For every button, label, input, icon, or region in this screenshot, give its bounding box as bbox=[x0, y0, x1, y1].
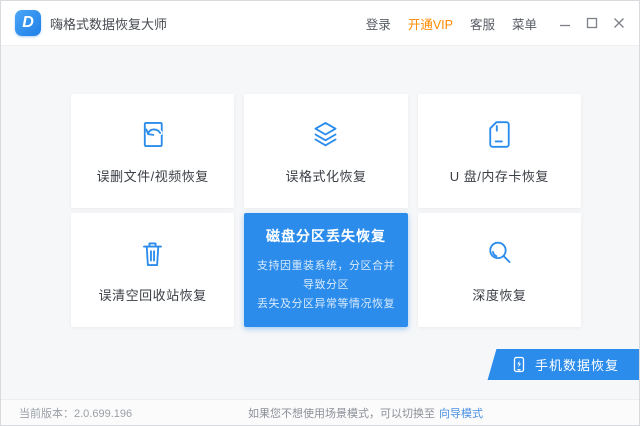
close-button[interactable] bbox=[613, 17, 625, 29]
card-recycle-bin-recovery[interactable]: 误清空回收站恢复 bbox=[71, 213, 234, 327]
sd-card-icon bbox=[481, 117, 518, 153]
search-icon bbox=[481, 236, 518, 272]
card-partition-loss-recovery[interactable]: 磁盘分区丢失恢复 支持因重装系统，分区合并导致分区 丢失及分区异常等情况恢复 bbox=[244, 213, 407, 327]
card-label: 误清空回收站恢复 bbox=[99, 285, 207, 304]
card-usb-sdcard-recovery[interactable]: U 盘/内存卡恢复 bbox=[418, 94, 581, 208]
app-title: 嗨格式数据恢复大师 bbox=[50, 14, 167, 33]
menu-link[interactable]: 菜单 bbox=[512, 14, 537, 33]
wizard-mode-link[interactable]: 向导模式 bbox=[439, 408, 483, 420]
minimize-button[interactable] bbox=[559, 17, 571, 29]
customer-service-link[interactable]: 客服 bbox=[470, 14, 495, 33]
layers-icon bbox=[307, 117, 344, 153]
card-label: 误删文件/视频恢复 bbox=[97, 166, 209, 185]
card-description-line2: 丢失及分区异常等情况恢复 bbox=[247, 295, 405, 314]
file-restore-icon bbox=[134, 117, 171, 153]
statusbar: 当前版本：2.0.699.196 如果您不想使用场景模式，可以切换至向导模式 bbox=[1, 399, 639, 425]
titlebar-nav: 登录 开通VIP 客服 菜单 bbox=[366, 14, 537, 33]
card-file-video-recovery[interactable]: 误删文件/视频恢复 bbox=[71, 94, 234, 208]
mode-hint-text: 如果您不想使用场景模式，可以切换至 bbox=[248, 408, 435, 420]
open-vip-link[interactable]: 开通VIP bbox=[408, 14, 453, 33]
app-window: D 嗨格式数据恢复大师 登录 开通VIP 客服 菜单 bbox=[0, 0, 640, 426]
mode-hint: 如果您不想使用场景模式，可以切换至向导模式 bbox=[248, 405, 483, 421]
app-logo-icon: D bbox=[15, 10, 41, 36]
phone-recovery-banner-button[interactable]: 手机数据恢复 bbox=[488, 349, 640, 380]
card-label: 误格式化恢复 bbox=[285, 166, 366, 185]
titlebar: D 嗨格式数据恢复大师 登录 开通VIP 客服 菜单 bbox=[1, 1, 639, 46]
card-description-line1: 支持因重装系统，分区合并导致分区 bbox=[244, 257, 407, 296]
feature-card-grid: 误删文件/视频恢复 误格式化恢复 U 盘/内存卡恢复 bbox=[71, 94, 581, 327]
card-label: 深度恢复 bbox=[472, 285, 526, 304]
card-format-recovery[interactable]: 误格式化恢复 bbox=[244, 94, 407, 208]
card-title: 磁盘分区丢失恢复 bbox=[266, 226, 386, 246]
card-label: U 盘/内存卡恢复 bbox=[450, 166, 549, 185]
banner-label: 手机数据恢复 bbox=[535, 355, 619, 374]
phone-icon bbox=[510, 356, 527, 373]
card-deep-recovery[interactable]: 深度恢复 bbox=[418, 213, 581, 327]
login-link[interactable]: 登录 bbox=[366, 14, 391, 33]
version-text: 当前版本：2.0.699.196 bbox=[19, 405, 132, 421]
window-controls bbox=[559, 17, 625, 29]
trash-icon bbox=[134, 236, 171, 272]
maximize-button[interactable] bbox=[586, 17, 598, 29]
